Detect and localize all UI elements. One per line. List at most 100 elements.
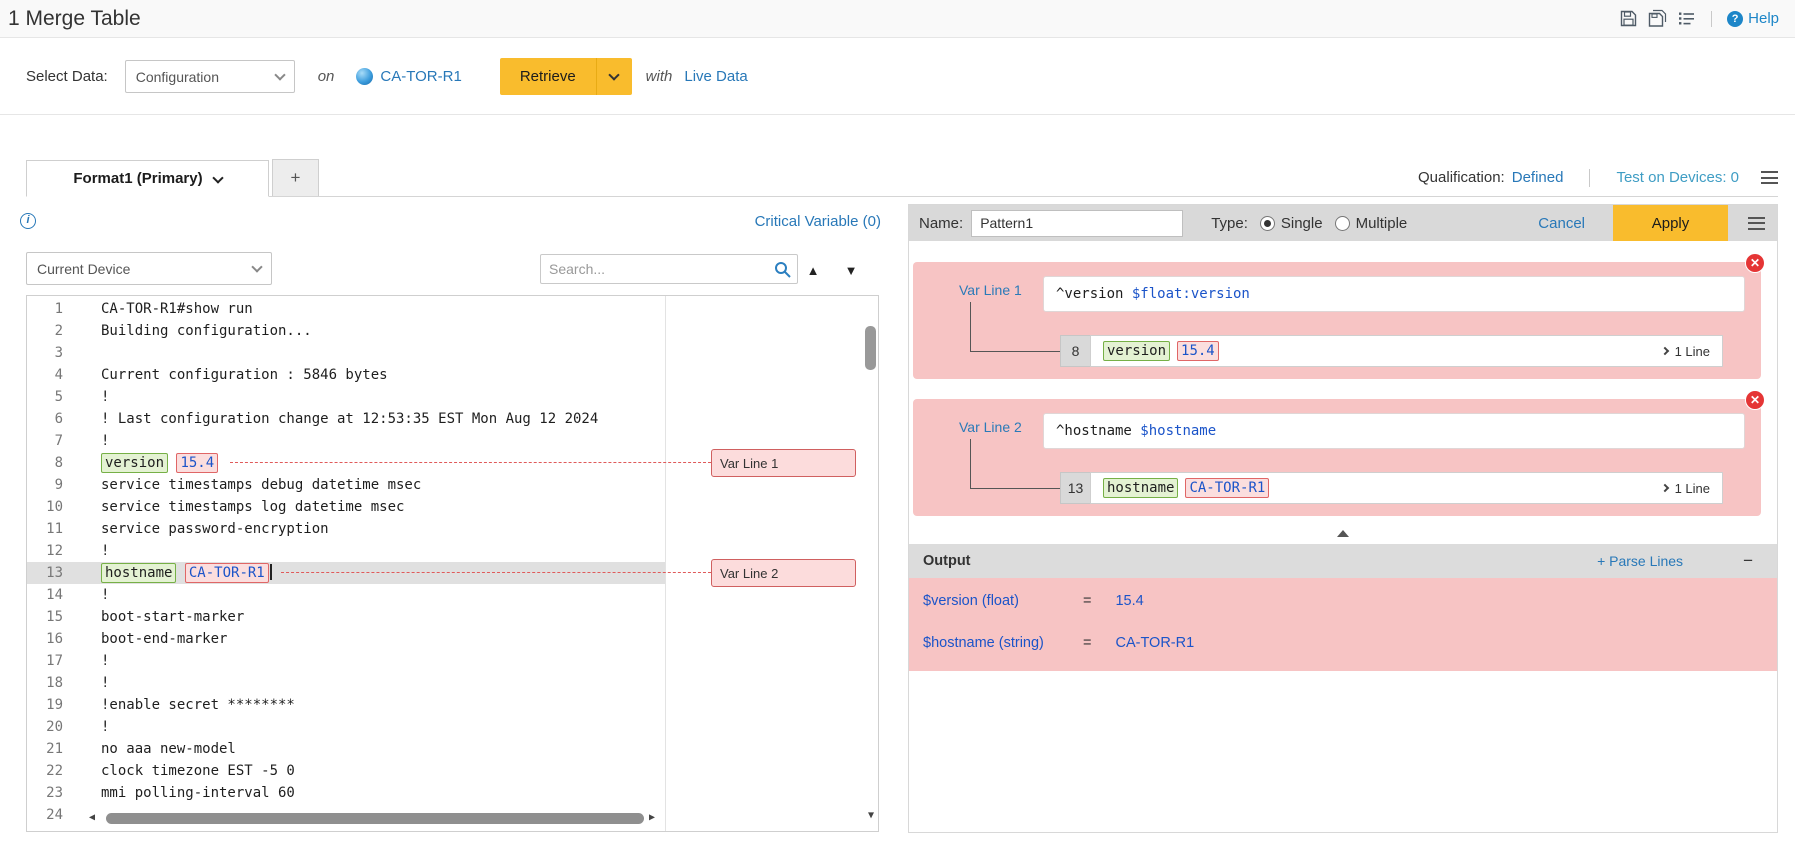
line-number: 14: [27, 584, 63, 606]
apply-button[interactable]: Apply: [1613, 205, 1728, 241]
pattern-input[interactable]: ^version $float:version: [1043, 276, 1745, 312]
help-button[interactable]: ? Help: [1727, 10, 1779, 27]
type-multiple-label[interactable]: Multiple: [1356, 215, 1408, 232]
pattern-header-bar: Name: Type: Single Multiple Cancel Apply: [909, 205, 1777, 241]
code-line-12[interactable]: 12!: [27, 540, 665, 562]
pattern-menu-icon[interactable]: [1748, 217, 1765, 230]
line-text: boot-start-marker: [101, 606, 244, 628]
line-number: 13: [27, 562, 63, 584]
type-single-radio[interactable]: [1260, 216, 1275, 231]
code-line-5[interactable]: 5!: [27, 386, 665, 408]
line-text: Current configuration : 5846 bytes: [101, 364, 388, 386]
matched-line-row: 8 version 15.4 1 Line: [1060, 335, 1723, 367]
device-chip: CA-TOR-R1: [356, 68, 461, 85]
line-number: 12: [27, 540, 63, 562]
expand-lines-button[interactable]: 1 Line: [1662, 344, 1710, 359]
parse-lines-button[interactable]: + Parse Lines: [1597, 553, 1683, 569]
close-icon[interactable]: ✕: [1745, 253, 1765, 273]
code-line-21[interactable]: 21no aaa new-model: [27, 738, 665, 760]
vertical-scrollbar-thumb[interactable]: [865, 326, 876, 370]
code-line-17[interactable]: 17!: [27, 650, 665, 672]
info-icon[interactable]: i: [20, 213, 36, 229]
menu-icon[interactable]: [1761, 171, 1778, 184]
pattern-input[interactable]: ^hostname $hostname: [1043, 413, 1745, 449]
matched-variable: 15.4: [176, 453, 218, 473]
horizontal-scrollbar-thumb[interactable]: [106, 813, 644, 824]
code-line-20[interactable]: 20!: [27, 716, 665, 738]
qualification-defined-link[interactable]: Defined: [1512, 169, 1564, 186]
save-as-icon[interactable]: [1648, 9, 1667, 28]
chevron-down-icon: [251, 261, 262, 272]
equals-sign: =: [1083, 635, 1091, 651]
search-icon[interactable]: [774, 261, 791, 278]
critical-variable-link[interactable]: Critical Variable (0): [755, 213, 881, 230]
device-link[interactable]: CA-TOR-R1: [380, 68, 461, 85]
close-icon[interactable]: ✕: [1745, 390, 1765, 410]
retrieve-button[interactable]: Retrieve: [500, 58, 596, 95]
merge-table-page: 1 Merge Table ? Help Select Data: Config…: [0, 0, 1795, 842]
scroll-down-icon[interactable]: ▼: [868, 811, 874, 821]
minimize-icon[interactable]: −: [1743, 551, 1753, 571]
line-number: 21: [27, 738, 63, 760]
matched-variable: CA-TOR-R1: [185, 563, 269, 583]
code-line-22[interactable]: 22clock timezone EST -5 0: [27, 760, 665, 782]
line-text: hostname CA-TOR-R1: [101, 562, 272, 584]
code-line-6[interactable]: 6! Last configuration change at 12:53:35…: [27, 408, 665, 430]
line-text: !: [101, 672, 109, 694]
pattern-variable: $hostname: [1140, 423, 1216, 439]
tab-format1-primary[interactable]: Format1 (Primary): [26, 160, 269, 197]
code-line-19[interactable]: 19!enable secret ********: [27, 694, 665, 716]
expand-lines-button[interactable]: 1 Line: [1662, 481, 1710, 496]
code-line-2[interactable]: 2Building configuration...: [27, 320, 665, 342]
pattern-name-input[interactable]: [971, 210, 1183, 237]
scroll-right-icon[interactable]: ▶: [649, 811, 661, 825]
code-line-13[interactable]: 13 hostname CA-TOR-R1: [27, 562, 665, 584]
scope-select[interactable]: Current Device: [26, 252, 272, 285]
code-line-15[interactable]: 15boot-start-marker: [27, 606, 665, 628]
code-line-18[interactable]: 18!: [27, 672, 665, 694]
chevron-down-icon: [212, 172, 223, 183]
var-line-1-callout[interactable]: Var Line 1: [711, 449, 856, 477]
find-previous-button[interactable]: ▲: [800, 258, 826, 284]
find-next-button[interactable]: ▼: [838, 258, 864, 284]
matched-keyword: version: [101, 453, 168, 473]
code-line-9[interactable]: 9service timestamps debug datetime msec: [27, 474, 665, 496]
chevron-right-icon: [1660, 484, 1668, 492]
var-line-2-callout[interactable]: Var Line 2: [711, 559, 856, 587]
output-title: Output: [923, 553, 971, 569]
code-line-10[interactable]: 10service timestamps log datetime msec: [27, 496, 665, 518]
collapse-cards-button[interactable]: [909, 530, 1777, 537]
divider: [1589, 169, 1590, 187]
retrieve-dropdown-button[interactable]: [596, 58, 632, 95]
code-line-7[interactable]: 7!: [27, 430, 665, 452]
code-line-1[interactable]: 1CA-TOR-R1#show run: [27, 298, 665, 320]
matched-keyword: version: [1103, 341, 1170, 361]
live-data-link[interactable]: Live Data: [684, 68, 747, 85]
code-line-11[interactable]: 11service password-encryption: [27, 518, 665, 540]
save-icon[interactable]: [1619, 9, 1638, 28]
code-line-23[interactable]: 23mmi polling-interval 60: [27, 782, 665, 804]
code-line-4[interactable]: 4Current configuration : 5846 bytes: [27, 364, 665, 386]
expand-label: 1 Line: [1675, 481, 1710, 496]
scroll-left-icon[interactable]: ◀: [89, 811, 101, 825]
format-tab-strip: Format1 (Primary) + Qualification: Defin…: [26, 160, 1778, 197]
code-line-14[interactable]: 14!: [27, 584, 665, 606]
list-icon[interactable]: [1677, 9, 1696, 28]
code-line-3[interactable]: 3: [27, 342, 665, 364]
line-text: !enable secret ********: [101, 694, 295, 716]
editor-info-row: i Critical Variable (0): [20, 208, 881, 234]
line-number: 16: [27, 628, 63, 650]
data-type-select[interactable]: Configuration: [125, 60, 295, 93]
add-format-tab-button[interactable]: +: [272, 159, 319, 196]
code-line-8[interactable]: 8version 15.4: [27, 452, 665, 474]
matched-line-row: 13 hostname CA-TOR-R1 1 Line: [1060, 472, 1723, 504]
test-on-devices-link[interactable]: Test on Devices: 0: [1616, 169, 1739, 186]
type-single-label[interactable]: Single: [1281, 215, 1323, 232]
type-multiple-radio[interactable]: [1335, 216, 1350, 231]
search-input[interactable]: [541, 261, 774, 277]
cancel-button[interactable]: Cancel: [1538, 215, 1585, 232]
output-variable-value: CA-TOR-R1: [1115, 635, 1194, 651]
code-line-16[interactable]: 16boot-end-marker: [27, 628, 665, 650]
output-variable-name: $version (float): [923, 593, 1083, 609]
data-toolbar: Select Data: Configuration on CA-TOR-R1 …: [0, 39, 1795, 115]
